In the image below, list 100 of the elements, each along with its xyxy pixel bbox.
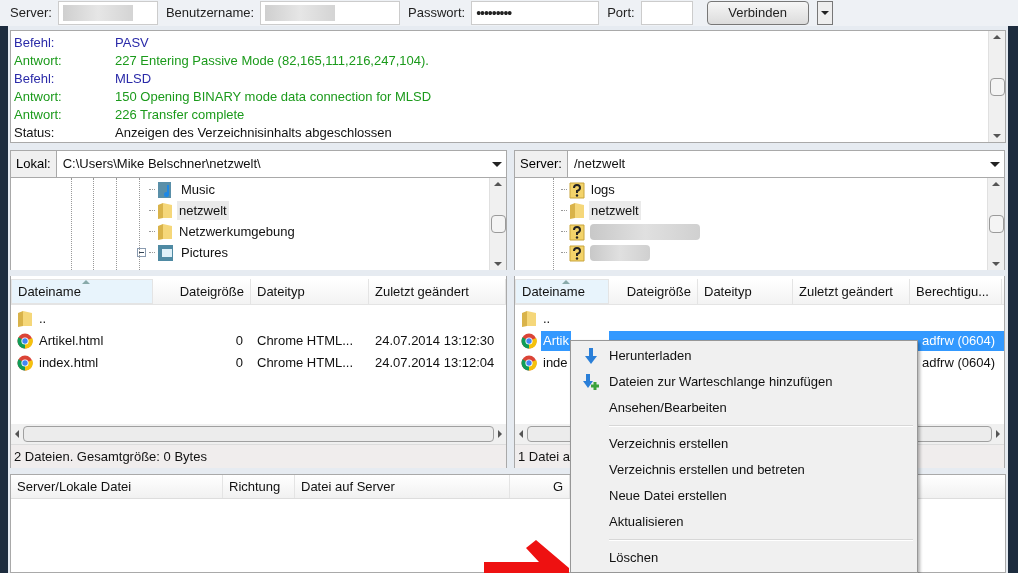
menu-item[interactable]: Herunterladen bbox=[573, 343, 917, 369]
scroll-down-icon[interactable] bbox=[993, 134, 1001, 138]
dropdown-caret-icon[interactable] bbox=[492, 161, 502, 167]
file-name[interactable]: inde bbox=[541, 353, 570, 373]
file-name[interactable]: .. bbox=[541, 309, 553, 329]
expand-toggle[interactable] bbox=[136, 248, 146, 257]
scroll-down-icon[interactable] bbox=[494, 262, 502, 266]
menu-item[interactable]: Aktualisieren bbox=[573, 509, 917, 535]
table-cell-text: 0 bbox=[234, 332, 244, 351]
tree-item[interactable]: Pictures bbox=[179, 242, 230, 263]
table-cell-text: 24.07.2014 13:12:30 bbox=[374, 332, 496, 351]
menu-item[interactable]: Dateien zur Warteschlange hinzufügen bbox=[573, 369, 917, 395]
log-message: 227 Entering Passive Mode (82,165,111,216,247,104). bbox=[115, 52, 429, 71]
folder-icon bbox=[157, 222, 173, 241]
log-label: Antwort: bbox=[14, 52, 63, 71]
column-header[interactable]: Dateityp bbox=[698, 279, 793, 304]
tree-item[interactable]: netzwelt bbox=[177, 200, 229, 221]
table-cell-text: Chrome HTML... bbox=[256, 354, 355, 373]
column-header[interactable]: Dateityp bbox=[251, 279, 369, 304]
redacted-value bbox=[62, 5, 133, 21]
scroll-up-icon[interactable] bbox=[993, 35, 1001, 39]
table-cell-text: 24.07.2014 13:12:04 bbox=[374, 354, 496, 373]
scroll-left-icon[interactable] bbox=[15, 430, 19, 438]
log-message: 226 Transfer complete bbox=[115, 106, 245, 125]
down-arrow-icon bbox=[583, 347, 599, 365]
input-field[interactable] bbox=[57, 1, 158, 25]
scroll-thumb[interactable] bbox=[988, 215, 1004, 233]
field-label: Port: bbox=[607, 4, 635, 23]
field-label: Server: bbox=[10, 4, 52, 23]
horizontal-scrollbar[interactable] bbox=[11, 424, 506, 444]
column-header[interactable]: Server/Lokale Datei bbox=[11, 475, 223, 498]
connect-button[interactable]: Verbinden bbox=[706, 1, 809, 25]
browser-file-icon bbox=[521, 333, 537, 349]
column-header[interactable]: Dateigröße bbox=[153, 279, 251, 304]
scroll-up-icon[interactable] bbox=[992, 182, 1000, 186]
log-label: Befehl: bbox=[14, 70, 56, 89]
unknown-folder-icon bbox=[569, 243, 585, 262]
folder-icon bbox=[157, 201, 173, 220]
field-label: Benutzername: bbox=[165, 4, 255, 23]
menu-item[interactable]: Ansehen/Bearbeiten bbox=[573, 395, 917, 421]
scroll-right-icon[interactable] bbox=[996, 430, 1000, 438]
tree-item[interactable]: Music bbox=[179, 179, 217, 200]
log-message: MLSD bbox=[115, 70, 152, 89]
file-name[interactable]: Artikel.html bbox=[37, 331, 106, 351]
dropdown-button[interactable] bbox=[816, 1, 833, 25]
field-label: Passwort: bbox=[408, 4, 466, 23]
tree-item[interactable]: netzwelt bbox=[589, 200, 641, 221]
tree-item[interactable]: logs bbox=[589, 179, 617, 200]
redacted-value bbox=[265, 5, 336, 21]
input-field[interactable] bbox=[260, 1, 401, 25]
scroll-down-icon[interactable] bbox=[992, 262, 1000, 266]
caret-icon bbox=[820, 11, 829, 15]
input-field[interactable]: ••••••••• bbox=[471, 1, 600, 25]
status-bar: 2 Dateien. Gesamtgröße: 0 Bytes bbox=[11, 444, 506, 468]
scroll-up-icon[interactable] bbox=[494, 182, 502, 186]
path-text: C:\Users\Mike Belschner\netzwelt\ bbox=[62, 155, 262, 174]
column-header[interactable]: Zuletzt geändert bbox=[793, 279, 910, 304]
path-label: Server: bbox=[515, 151, 568, 177]
path-text: /netzwelt bbox=[573, 155, 627, 174]
input-field[interactable] bbox=[640, 1, 693, 25]
file-name[interactable]: index.html bbox=[37, 353, 101, 373]
column-header[interactable]: Datei auf Server bbox=[295, 475, 510, 498]
remote-path-dropdown[interactable]: /netzwelt bbox=[567, 151, 1004, 177]
folder-icon bbox=[521, 310, 537, 328]
vertical-scrollbar[interactable] bbox=[987, 178, 1004, 270]
file-name[interactable]: .. bbox=[37, 309, 49, 329]
vertical-scrollbar[interactable] bbox=[489, 178, 506, 270]
unknown-folder-icon bbox=[569, 180, 585, 199]
column-header[interactable]: Dateigröße bbox=[609, 279, 698, 304]
column-header[interactable]: Dateiname bbox=[11, 279, 153, 304]
folder-icon bbox=[569, 201, 585, 220]
tree-item[interactable]: Netzwerkumgebung bbox=[177, 221, 297, 242]
scroll-thumb[interactable] bbox=[23, 426, 494, 442]
log-message: PASV bbox=[115, 34, 149, 53]
log-label: Antwort: bbox=[14, 88, 63, 107]
table-cell-text: adfrw (0604) bbox=[921, 354, 996, 373]
local-path-dropdown[interactable]: C:\Users\Mike Belschner\netzwelt\ bbox=[56, 151, 506, 177]
log-label: Antwort: bbox=[14, 106, 63, 125]
menu-item[interactable]: Löschen bbox=[573, 545, 917, 571]
vertical-scrollbar[interactable] bbox=[988, 31, 1005, 142]
scroll-right-icon[interactable] bbox=[498, 430, 502, 438]
sort-arrow-icon bbox=[82, 280, 90, 284]
column-header[interactable]: Richtung bbox=[223, 475, 295, 498]
dropdown-caret-icon[interactable] bbox=[990, 161, 1000, 167]
path-label: Lokal: bbox=[11, 151, 57, 177]
column-header[interactable]: Berechtigu... bbox=[910, 279, 1002, 304]
menu-item[interactable]: Neue Datei erstellen bbox=[573, 483, 917, 509]
browser-file-icon bbox=[17, 333, 33, 349]
scroll-thumb[interactable] bbox=[490, 215, 506, 233]
browser-file-icon bbox=[17, 355, 33, 371]
unknown-folder-icon bbox=[569, 222, 585, 241]
scroll-left-icon[interactable] bbox=[519, 430, 523, 438]
scroll-thumb[interactable] bbox=[989, 77, 1005, 96]
table-cell: adfrw (0604) bbox=[916, 331, 1004, 351]
log-message: 150 Opening BINARY mode data connection for MLSD bbox=[115, 88, 432, 107]
table-cell-text: 0 bbox=[234, 354, 244, 373]
sort-arrow-icon bbox=[562, 280, 570, 284]
column-header[interactable]: Zuletzt geändert bbox=[369, 279, 506, 304]
column-header[interactable]: Dateiname bbox=[515, 279, 609, 304]
log-label: Status: bbox=[14, 124, 56, 143]
